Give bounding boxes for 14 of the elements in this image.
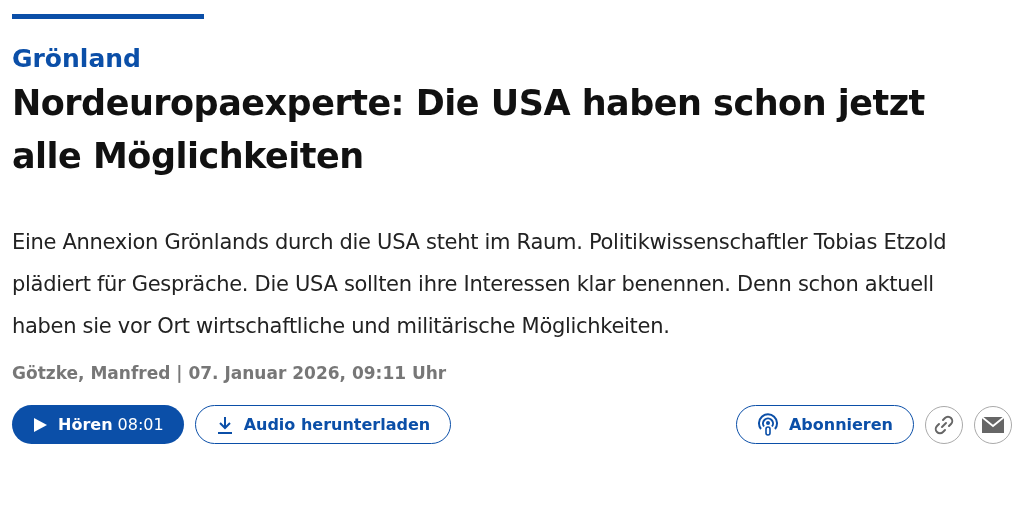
copy-link-button[interactable] — [925, 405, 963, 444]
play-button[interactable]: Hören 08:01 — [12, 405, 184, 444]
podcast-icon — [756, 412, 779, 437]
mail-icon — [982, 416, 1004, 433]
play-icon — [32, 416, 48, 433]
link-icon — [933, 413, 955, 436]
email-button[interactable] — [974, 405, 1012, 444]
headline: Nordeuropaexperte: Die USA haben schon jetzt alle Möglichkeiten — [12, 82, 926, 178]
download-icon — [215, 414, 234, 435]
subscribe-button[interactable]: Abonnieren — [735, 405, 914, 444]
byline: Götzke, Manfred | 07. Januar 2026, 09:11 Uhr — [12, 362, 448, 385]
teaser-text: Eine Annexion Grönlands durch die USA steht im Raum. Politikwissenschaftler Tobias Etzold plädiert für Gespräche. Die USA sollten ihre Interessen klar benennen. Denn schon aktuell haben sie vor Ort wirtschaftliche und militärische Möglichkeiten. — [12, 229, 948, 340]
category-label: Grönland — [12, 43, 142, 75]
download-button[interactable]: Audio herunterladen — [194, 405, 452, 444]
